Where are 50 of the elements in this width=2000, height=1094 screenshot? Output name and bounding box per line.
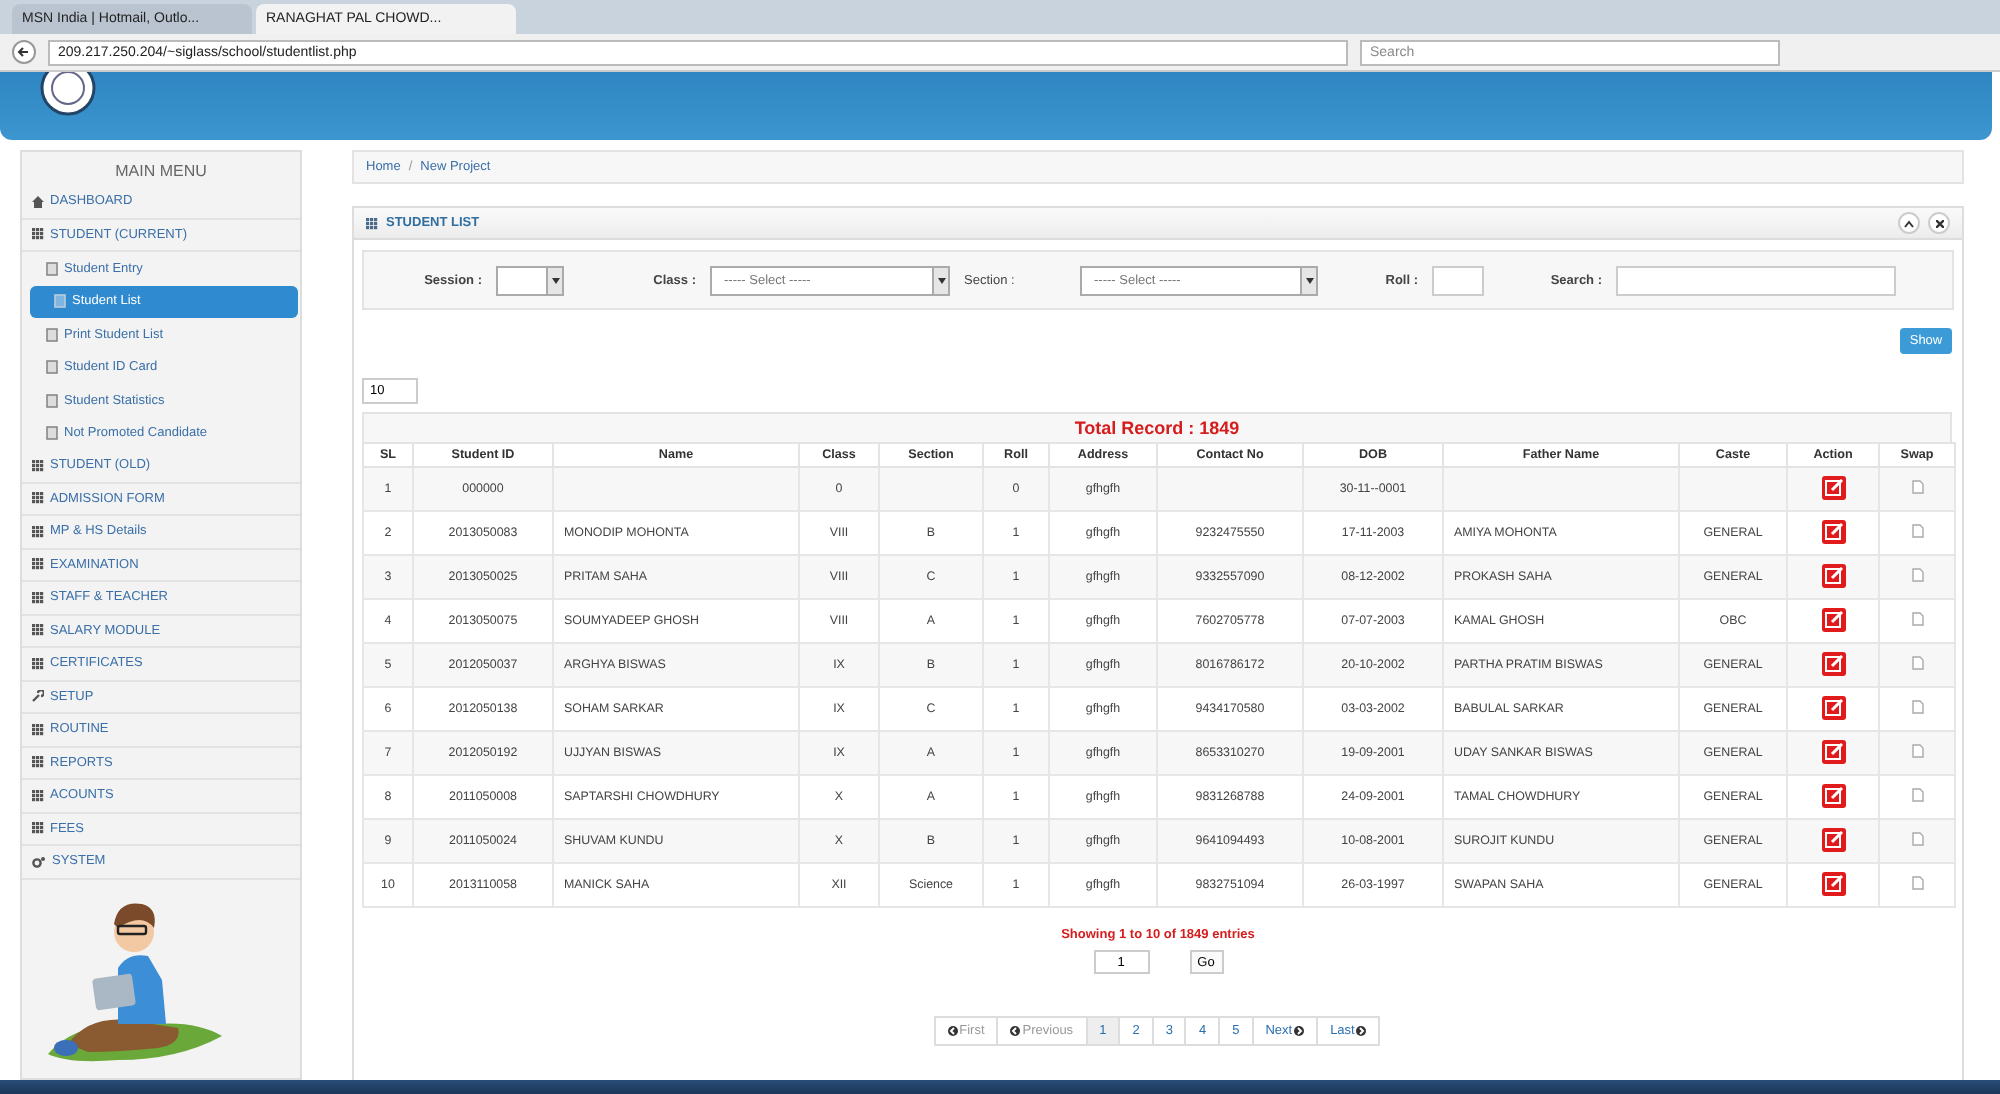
back-icon[interactable] bbox=[12, 40, 36, 64]
edit-icon[interactable] bbox=[1821, 563, 1845, 587]
document-icon bbox=[46, 393, 58, 408]
caret-icon bbox=[551, 277, 559, 283]
caret-icon bbox=[1305, 277, 1313, 283]
grid-icon bbox=[32, 591, 44, 604]
edit-icon[interactable] bbox=[1821, 739, 1845, 763]
input-field[interactable] bbox=[1432, 265, 1484, 295]
chevron-up-icon bbox=[1904, 219, 1914, 227]
document-icon bbox=[46, 327, 58, 342]
input-field[interactable] bbox=[1616, 265, 1896, 295]
document-icon bbox=[54, 294, 66, 309]
edit-icon[interactable] bbox=[1821, 475, 1845, 499]
edit-icon[interactable] bbox=[1821, 607, 1845, 631]
edit-icon[interactable] bbox=[1821, 783, 1845, 807]
grid-icon bbox=[32, 657, 44, 670]
logo-icon bbox=[40, 72, 96, 120]
grid-icon bbox=[32, 624, 44, 637]
edit-icon[interactable] bbox=[1821, 519, 1845, 543]
home-icon bbox=[32, 195, 44, 208]
close-icon bbox=[1935, 219, 1943, 227]
edit-icon[interactable] bbox=[1821, 827, 1845, 851]
wrench-icon bbox=[32, 690, 44, 703]
close-button[interactable] bbox=[1928, 212, 1950, 234]
gears-icon bbox=[32, 855, 46, 868]
grid-icon bbox=[32, 789, 44, 802]
select-field[interactable] bbox=[496, 265, 564, 295]
edit-icon[interactable] bbox=[1821, 695, 1845, 719]
grid-icon bbox=[32, 822, 44, 835]
grid-icon bbox=[32, 459, 44, 472]
menu-title: MAIN MENU bbox=[113, 160, 209, 184]
grid-icon bbox=[32, 492, 44, 505]
document-icon bbox=[46, 360, 58, 375]
circle-arrow-icon bbox=[947, 1026, 958, 1036]
edit-icon[interactable] bbox=[1821, 651, 1845, 675]
collapse-button[interactable] bbox=[1898, 212, 1920, 234]
circle-arrow-icon bbox=[1294, 1026, 1305, 1036]
edit-icon[interactable] bbox=[1821, 871, 1845, 895]
grid-icon bbox=[32, 228, 44, 241]
grid-icon bbox=[32, 558, 44, 571]
grid-icon bbox=[366, 217, 378, 229]
document-icon bbox=[46, 261, 58, 276]
caret-icon bbox=[937, 277, 945, 283]
document-icon bbox=[46, 426, 58, 441]
circle-arrow-icon bbox=[1356, 1026, 1367, 1036]
total-record: Total Record : 1849 bbox=[362, 412, 1952, 442]
grid-icon bbox=[32, 756, 44, 769]
circle-arrow-icon bbox=[1010, 1026, 1021, 1036]
grid-icon bbox=[32, 723, 44, 736]
grid-icon bbox=[32, 525, 44, 538]
